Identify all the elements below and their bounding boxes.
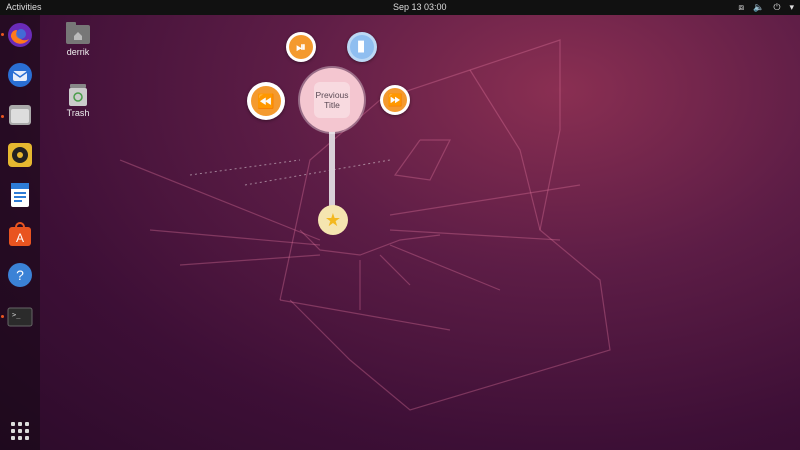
- activities-button[interactable]: Activities: [6, 0, 42, 15]
- svg-text:A: A: [16, 231, 24, 245]
- settings-button[interactable]: ▊: [347, 32, 377, 62]
- libreoffice-writer-icon[interactable]: [6, 181, 34, 209]
- terminal-icon[interactable]: >_: [6, 303, 34, 331]
- system-tray[interactable]: ⧈ 🔈 ⏻ ▾: [738, 0, 794, 15]
- running-indicator: [1, 315, 4, 318]
- trash-icon: [66, 83, 90, 106]
- home-folder-icon: [66, 22, 90, 44]
- thunderbird-icon[interactable]: [6, 61, 34, 89]
- rewind-icon: ⏪: [251, 86, 281, 116]
- home-folder-label: derrik: [66, 47, 90, 57]
- firefox-icon[interactable]: [6, 21, 34, 49]
- clock[interactable]: Sep 13 03:00: [393, 0, 447, 15]
- network-icon[interactable]: ⧈: [738, 0, 744, 15]
- play-pause-icon: ⏯: [289, 35, 313, 59]
- software-center-icon[interactable]: A: [6, 221, 34, 249]
- power-icon[interactable]: ⏻: [773, 0, 780, 15]
- play-pause-button[interactable]: ⏯: [286, 32, 316, 62]
- files-icon[interactable]: [6, 101, 34, 129]
- track-title: Previous Title: [315, 90, 349, 110]
- fast-forward-icon: ⏩: [383, 88, 407, 112]
- settings-icon: ▊: [350, 35, 374, 59]
- show-applications-icon[interactable]: [11, 422, 29, 440]
- running-indicator: [1, 33, 4, 36]
- rewind-button[interactable]: ⏪: [247, 82, 285, 120]
- top-bar: Activities Sep 13 03:00 ⧈ 🔈 ⏻ ▾: [0, 0, 800, 15]
- home-folder[interactable]: derrik: [58, 22, 98, 57]
- running-indicator: [1, 115, 4, 118]
- pie-menu-center[interactable]: Previous Title: [300, 68, 364, 132]
- trash[interactable]: Trash: [58, 83, 98, 118]
- svg-text:?: ?: [16, 267, 24, 283]
- wallpaper: [119, 39, 611, 411]
- svg-text:>_: >_: [12, 311, 21, 319]
- star-icon[interactable]: ★: [318, 205, 348, 235]
- rhythmbox-icon[interactable]: [6, 141, 34, 169]
- dock: A ? >_: [0, 15, 40, 450]
- trash-label: Trash: [66, 108, 90, 118]
- chevron-down-icon[interactable]: ▾: [789, 0, 794, 15]
- volume-icon[interactable]: 🔈: [753, 0, 764, 15]
- help-icon[interactable]: ?: [6, 261, 34, 289]
- fast-forward-button[interactable]: ⏩: [380, 85, 410, 115]
